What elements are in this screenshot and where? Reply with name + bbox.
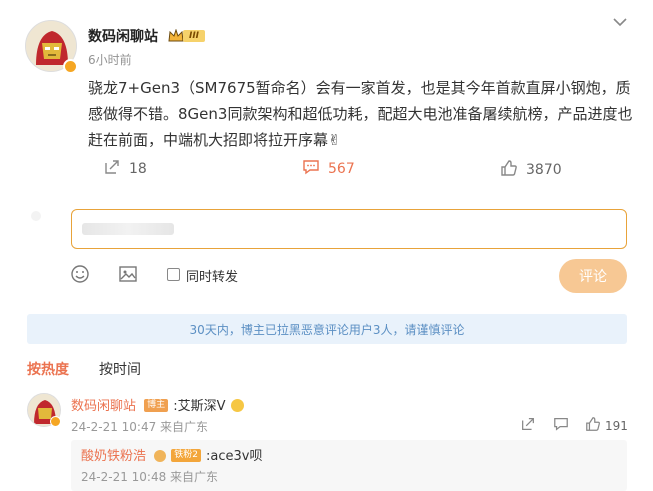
image-icon[interactable]: [118, 264, 138, 284]
comment-like-button[interactable]: 191: [585, 416, 628, 435]
comment-reply-icon[interactable]: [553, 416, 569, 432]
member-crown-icon: [168, 28, 184, 42]
thumbs-up-icon: [585, 416, 601, 435]
current-user-avatar-placeholder: [31, 211, 41, 221]
reply-block: 酸奶铁粉浩 铁粉2 :ace3v呗 24-2-21 10:48 来自广东: [71, 440, 627, 491]
post-author[interactable]: 数码闲聊站: [88, 26, 158, 46]
comment-icon: [302, 158, 320, 180]
wink-emoji-icon: [230, 399, 244, 412]
reply-time: 24-2-21 10:48 来自广东: [81, 470, 219, 484]
also-repost-checkbox[interactable]: [167, 268, 180, 281]
verified-icon: [50, 416, 61, 427]
post-time[interactable]: 6小时前: [88, 51, 132, 68]
thumbs-up-icon: [500, 159, 518, 181]
like-button[interactable]: 3870: [500, 159, 562, 181]
comment-time: 24-2-21 10:47 来自广东: [71, 420, 209, 434]
like-count: 3870: [526, 162, 562, 178]
comment-count: 567: [328, 161, 355, 177]
tab-sort-by-time[interactable]: 按时间: [99, 359, 141, 379]
fan-badge: 铁粉2: [171, 449, 201, 462]
submit-comment-button[interactable]: 评论: [559, 259, 627, 293]
comment-input-blurred-text: [82, 223, 174, 235]
reply-text: :ace3v呗: [206, 449, 263, 464]
comment-like-count: 191: [605, 418, 628, 433]
chevron-down-icon[interactable]: [612, 14, 628, 28]
level-badge: III: [183, 30, 205, 42]
comment-text: :艾斯深V: [173, 399, 226, 414]
reply-author[interactable]: 酸奶铁粉浩: [81, 449, 146, 464]
repost-button[interactable]: 18: [103, 158, 147, 180]
comment-button[interactable]: 567: [302, 158, 355, 180]
repost-count: 18: [129, 161, 147, 177]
fan-icon: [154, 449, 167, 462]
comment-notice: 30天内，博主已拉黑恶意评论用户3人，请谨慎评论: [27, 314, 627, 344]
post-content: 骁龙7+Gen3（SM7675暂命名）会有一家首发，也是其今年首款直屏小钢炮，质…: [88, 79, 633, 149]
author-badge: 博主: [144, 399, 169, 412]
emoji-icon[interactable]: [70, 264, 90, 284]
comment-author[interactable]: 数码闲聊站: [71, 399, 136, 414]
comment-repost-icon[interactable]: [520, 416, 536, 432]
comment-input[interactable]: [71, 209, 627, 249]
also-repost-label: 同时转发: [186, 270, 239, 285]
reply-line: 酸奶铁粉浩 铁粉2 :ace3v呗: [81, 445, 263, 464]
repost-icon: [103, 158, 121, 180]
verified-icon: [63, 59, 78, 74]
tab-sort-by-hot[interactable]: 按热度: [27, 359, 69, 379]
comment-line: 数码闲聊站 博主 :艾斯深V: [71, 395, 244, 414]
